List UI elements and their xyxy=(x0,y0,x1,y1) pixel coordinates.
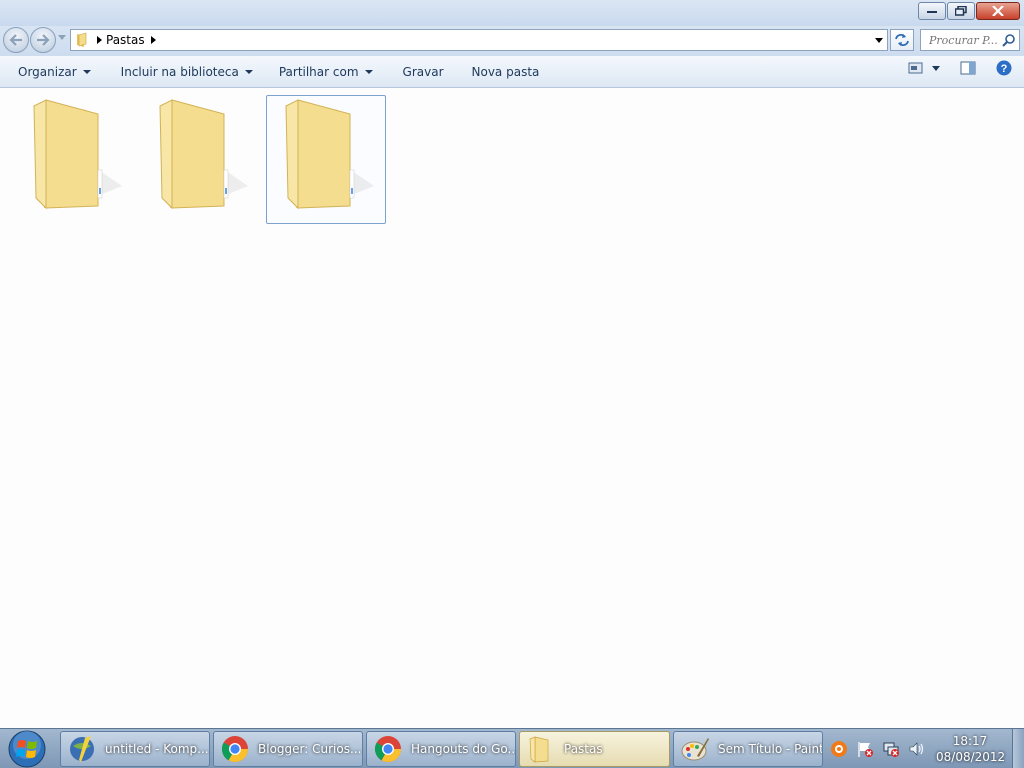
back-button[interactable] xyxy=(3,27,29,53)
chrome-icon xyxy=(374,736,402,763)
arrow-left-icon xyxy=(9,34,22,46)
preview-pane-button[interactable] xyxy=(960,61,976,75)
refresh-button[interactable] xyxy=(890,29,914,51)
folder-item[interactable] xyxy=(14,95,134,224)
chevron-down-icon xyxy=(82,69,91,74)
command-bar: Organizar Incluir na biblioteca Partilha… xyxy=(0,56,1024,88)
show-desktop-button[interactable] xyxy=(1012,729,1024,768)
volume-icon[interactable] xyxy=(908,740,926,758)
view-controls: ? xyxy=(894,60,1012,76)
taskbar-button-blogger[interactable]: Blogger: Curios... xyxy=(213,731,363,767)
change-view-button[interactable] xyxy=(908,61,940,75)
taskbar-button-pastas[interactable]: Pastas xyxy=(519,731,670,767)
forward-button[interactable] xyxy=(30,27,56,53)
action-center-icon[interactable] xyxy=(856,740,874,758)
taskbar-button-kompozer[interactable]: untitled - Komp... xyxy=(60,731,210,767)
network-icon-glyph xyxy=(883,742,899,757)
tray-app-icon[interactable] xyxy=(830,740,848,758)
new-folder-button[interactable]: Nova pasta xyxy=(463,60,549,84)
burn-button[interactable]: Gravar xyxy=(394,60,453,84)
address-row: Pastas xyxy=(0,26,1024,56)
clock[interactable]: 18:17 08/08/2012 xyxy=(936,733,1006,765)
share-with-menu[interactable]: Partilhar com xyxy=(270,60,382,84)
new-folder-label: Nova pasta xyxy=(471,64,540,79)
breadcrumb-separator[interactable] xyxy=(97,36,102,44)
search-box[interactable] xyxy=(920,29,1020,51)
refresh-icon xyxy=(895,34,909,46)
search-icon[interactable] xyxy=(1002,34,1015,47)
folder-icon xyxy=(77,32,87,47)
recent-pages-dropdown[interactable] xyxy=(58,35,66,41)
help-icon: ? xyxy=(996,60,1012,76)
minimize-button[interactable] xyxy=(918,2,946,20)
flag-warning-icon xyxy=(858,742,873,757)
chevron-down-icon xyxy=(364,69,373,74)
minimize-icon xyxy=(927,11,937,13)
breadcrumb-separator[interactable] xyxy=(150,36,156,44)
folder-icon xyxy=(529,736,549,763)
arrow-right-icon xyxy=(37,34,50,46)
speaker-icon xyxy=(909,742,924,756)
close-icon xyxy=(992,6,1004,16)
restore-icon xyxy=(955,6,967,16)
clock-time: 18:17 xyxy=(952,734,988,748)
avast-icon xyxy=(831,741,847,757)
folder-icon xyxy=(33,99,122,210)
paint-icon xyxy=(681,738,709,761)
folder-item-selected[interactable] xyxy=(266,95,386,224)
title-bar xyxy=(0,0,1024,26)
preview-pane-icon xyxy=(960,61,976,75)
include-library-label: Incluir na biblioteca xyxy=(120,64,239,79)
chrome-icon xyxy=(221,736,249,763)
view-icon xyxy=(908,62,923,74)
network-icon[interactable] xyxy=(882,740,900,758)
help-button[interactable]: ? xyxy=(996,60,1012,76)
taskbar-label: untitled - Komp... xyxy=(105,742,209,756)
taskbar-button-hangouts[interactable]: Hangouts do Go... xyxy=(366,731,516,767)
start-button[interactable] xyxy=(2,730,52,768)
system-tray xyxy=(830,729,934,768)
window-controls xyxy=(917,2,1020,20)
folder-icon xyxy=(159,99,248,210)
share-with-label: Partilhar com xyxy=(278,64,359,79)
burn-label: Gravar xyxy=(402,64,444,79)
breadcrumb-pastas[interactable]: Pastas xyxy=(106,33,145,47)
close-button[interactable] xyxy=(976,2,1020,20)
folder-item[interactable] xyxy=(140,95,260,224)
windows-logo-icon xyxy=(8,730,46,768)
search-input[interactable] xyxy=(929,33,1005,47)
organize-menu[interactable]: Organizar xyxy=(9,60,100,84)
taskbar-label: Hangouts do Go... xyxy=(411,742,516,756)
organize-label: Organizar xyxy=(18,64,77,79)
folder-icon xyxy=(285,99,374,210)
chevron-down-icon xyxy=(244,69,253,74)
taskbar: untitled - Komp... Blogger: Curios... Ha… xyxy=(0,728,1024,768)
taskbar-label: Blogger: Curios... xyxy=(258,742,362,756)
svg-text:?: ? xyxy=(1001,63,1008,75)
taskbar-label: Pastas xyxy=(564,742,603,756)
restore-button[interactable] xyxy=(947,2,975,20)
include-library-menu[interactable]: Incluir na biblioteca xyxy=(112,60,262,84)
chevron-down-icon[interactable] xyxy=(932,65,940,71)
taskbar-label: Sem Título - Paint xyxy=(718,742,823,756)
address-bar[interactable]: Pastas xyxy=(70,29,888,51)
kompozer-icon xyxy=(70,736,94,762)
file-list[interactable] xyxy=(0,89,1024,728)
clock-date: 08/08/2012 xyxy=(936,750,1006,764)
address-history-dropdown[interactable] xyxy=(875,38,883,43)
taskbar-button-paint[interactable]: Sem Título - Paint xyxy=(673,731,823,767)
